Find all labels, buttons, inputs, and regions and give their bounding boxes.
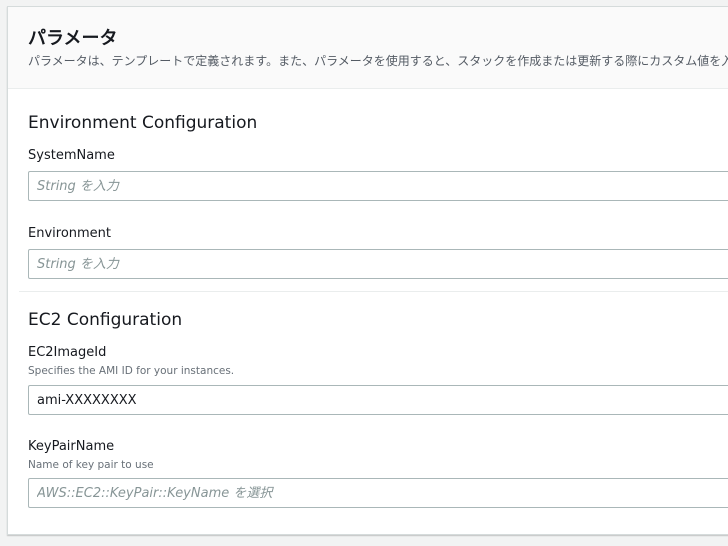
page-title: パラメータ	[28, 28, 118, 49]
ec2-image-id-input[interactable]	[28, 385, 728, 415]
parameters-header: パラメータ パラメータは、テンプレートで定義されます。また、パラメータを使用する…	[8, 7, 728, 89]
field-label-environment: Environment	[28, 226, 112, 241]
parameters-panel: パラメータ パラメータは、テンプレートで定義されます。また、パラメータを使用する…	[7, 6, 728, 535]
field-label-ec2-image-id: EC2ImageId	[28, 345, 107, 360]
key-pair-name-select[interactable]	[28, 478, 728, 508]
field-hint-key-pair-name: Name of key pair to use	[28, 459, 154, 471]
field-label-system-name: SystemName	[28, 148, 115, 163]
section-title-environment: Environment Configuration	[28, 113, 258, 133]
environment-input[interactable]	[28, 249, 728, 279]
parameters-description: パラメータは、テンプレートで定義されます。また、パラメータを使用すると、スタック…	[28, 54, 728, 68]
section-title-ec2: EC2 Configuration	[28, 310, 183, 330]
section-divider	[19, 291, 728, 292]
field-hint-ec2-image-id: Specifies the AMI ID for your instances.	[28, 365, 235, 377]
system-name-input[interactable]	[28, 171, 728, 201]
field-label-key-pair-name: KeyPairName	[28, 439, 115, 454]
